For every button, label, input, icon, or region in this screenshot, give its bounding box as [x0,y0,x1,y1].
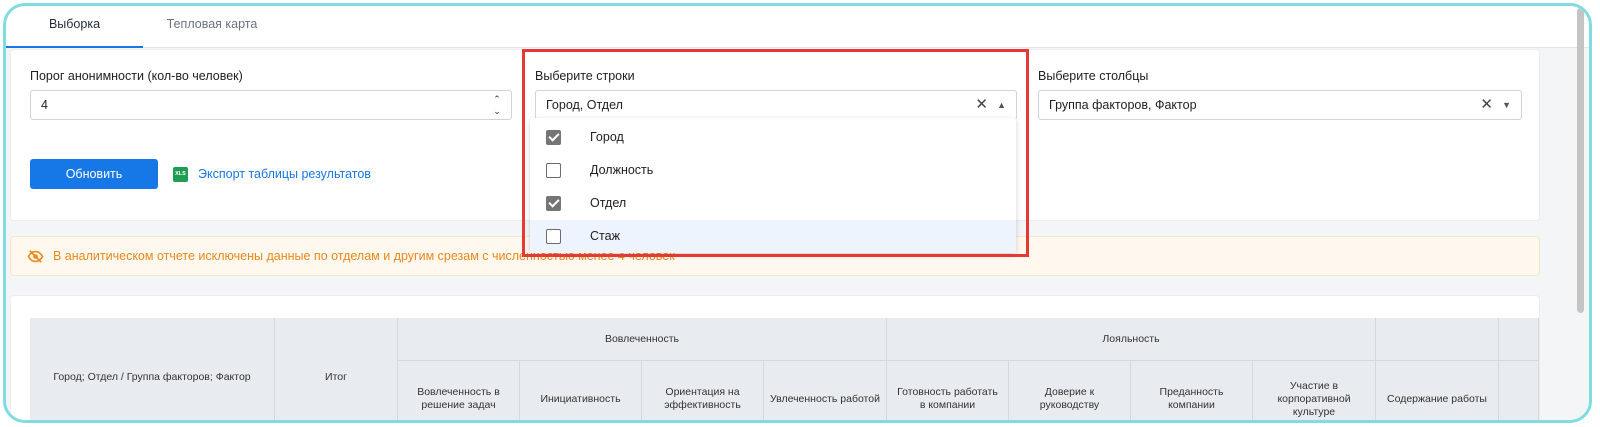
table-column-header: Инициативность [520,361,642,420]
checkbox[interactable] [546,130,561,145]
table-total-header: Итог [275,318,398,420]
table-column-header [1499,361,1539,420]
rows-clear-icon[interactable]: ✕ [975,91,988,119]
checkbox[interactable] [546,229,561,244]
table-column-header: Участие в корпоративной культуре [1253,361,1376,420]
dropdown-option-position[interactable]: Должность [530,154,1016,187]
app-frame: Выборка Тепловая карта Порог анонимности… [3,3,1592,423]
stepper-up-icon[interactable]: ⌃ [491,93,503,105]
option-label: Стаж [590,229,620,243]
table-column-header: Увлеченность работой [764,361,887,420]
table-corner-header: Город; Отдел / Группа факторов; Фактор [30,318,275,420]
cols-label: Выберите столбцы [1038,69,1149,83]
option-label: Должность [590,163,654,177]
threshold-label: Порог анонимности (кол-во человек) [30,69,243,83]
tab-bar: Выборка Тепловая карта [6,6,1589,48]
table-group-header: Вовлеченность [398,318,887,361]
scrollbar-thumb[interactable] [1577,8,1584,313]
threshold-value: 4 [41,98,48,112]
table-group-header [1376,318,1499,361]
table-group-header: Лояльность [887,318,1376,361]
table-column-header: Вовлеченность в решение задач [398,361,520,420]
refresh-button[interactable]: Обновить [30,159,158,189]
option-label: Отдел [590,196,627,210]
cols-chevron-down-icon[interactable]: ▼ [1502,91,1511,119]
table-column-header: Доверие к руководству [1009,361,1131,420]
cols-value: Группа факторов, Фактор [1049,98,1197,112]
table-column-header: Готовность работать в компании [887,361,1009,420]
stepper-down-icon[interactable]: ⌄ [491,105,503,117]
eye-off-icon [27,250,44,263]
rows-select[interactable]: Город, Отдел ✕ ▲ [535,90,1017,120]
tab-heatmap[interactable]: Тепловая карта [143,6,281,48]
xls-file-icon: XLS [173,167,188,182]
rows-value: Город, Отдел [546,98,623,112]
tab-selection[interactable]: Выборка [6,6,143,48]
rows-label: Выберите строки [535,69,635,83]
table-column-header: Ориентация на эффективность [642,361,764,420]
dropdown-option-tenure[interactable]: Стаж [530,220,1016,253]
rows-dropdown-menu: Город Должность Отдел Стаж [530,118,1016,253]
scrollbar[interactable] [1577,6,1587,420]
option-label: Город [590,130,624,144]
export-results-link[interactable]: Экспорт таблицы результатов [198,167,371,181]
table-column-header: Преданность компании [1131,361,1253,420]
rows-chevron-up-icon[interactable]: ▲ [997,91,1006,119]
results-table: Город; Отдел / Группа факторов; Фактор И… [10,295,1540,420]
threshold-stepper[interactable]: ⌃ ⌄ [491,93,503,117]
dropdown-option-city[interactable]: Город [530,121,1016,154]
checkbox[interactable] [546,163,561,178]
checkbox[interactable] [546,196,561,211]
cols-select[interactable]: Группа факторов, Фактор ✕ ▼ [1038,90,1522,120]
dropdown-option-department[interactable]: Отдел [530,187,1016,220]
threshold-input[interactable]: 4 ⌃ ⌄ [30,90,512,120]
table-column-header: Содержание работы [1376,361,1499,420]
cols-clear-icon[interactable]: ✕ [1480,91,1493,119]
table-group-header [1499,318,1539,361]
